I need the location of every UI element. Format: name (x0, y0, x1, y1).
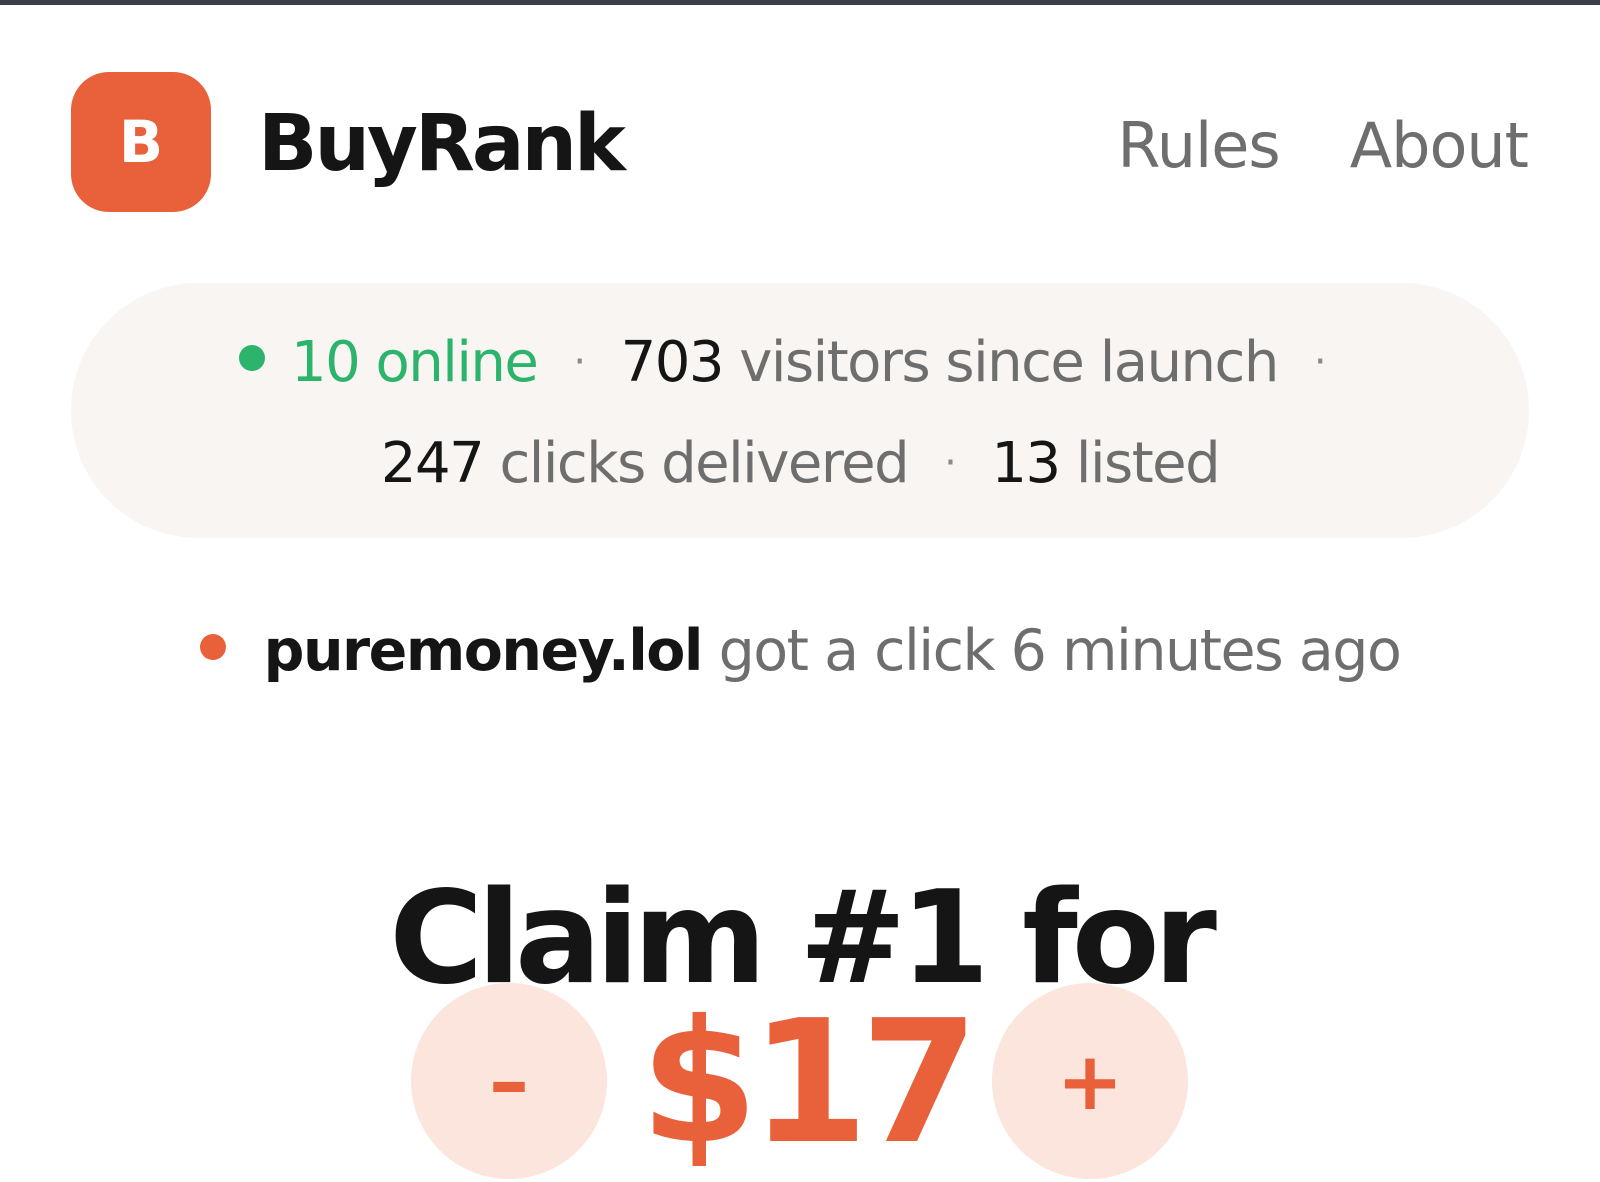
decrease-price-button[interactable]: – (411, 983, 607, 1179)
minus-icon: – (489, 1034, 529, 1128)
stats-line-2: 247 clicks delivered · 13 listed (0, 428, 1600, 499)
separator: · (944, 440, 957, 486)
clicks-label: clicks delivered (499, 431, 910, 496)
clicks-count: 247 (380, 431, 485, 496)
main-nav: Rules About (1117, 108, 1529, 184)
listed-label: listed (1075, 431, 1221, 496)
listed-count: 13 (991, 431, 1061, 496)
recent-activity: puremoney.lol got a click 6 minutes ago (0, 615, 1600, 687)
visitors-label: visitors since launch (739, 330, 1279, 395)
logo-badge[interactable]: B (71, 72, 211, 212)
separator: · (1313, 339, 1327, 385)
online-count: 10 (290, 330, 361, 395)
separator: · (573, 339, 586, 385)
increase-price-button[interactable]: + (992, 983, 1188, 1179)
stats-panel (71, 283, 1529, 538)
nav-rules-link[interactable]: Rules (1117, 108, 1280, 184)
price-value: $17 (640, 984, 979, 1182)
nav-about-link[interactable]: About (1350, 108, 1529, 184)
online-status-icon (238, 345, 265, 371)
brand-name[interactable]: BuyRank (258, 98, 626, 190)
activity-site-link[interactable]: puremoney.lol (264, 618, 704, 684)
plus-icon: + (1056, 1034, 1124, 1128)
visitors-count: 703 (620, 330, 725, 395)
logo-letter: B (118, 108, 164, 176)
online-label: online (375, 330, 539, 395)
site-header: B BuyRank Rules About (0, 0, 1600, 290)
stats-line-1: 10 online · 703 visitors since launch · (0, 327, 1600, 398)
activity-dot-icon (199, 634, 226, 660)
activity-text: got a click 6 minutes ago (718, 618, 1402, 684)
